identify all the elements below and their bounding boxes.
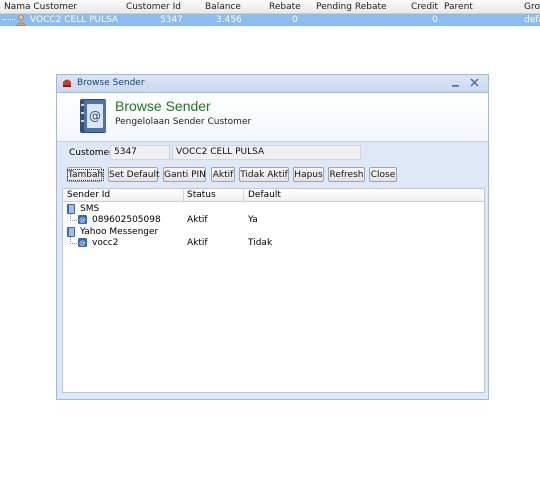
sender-grid: Sender Id Status Default SMS @ 089602505… [62,188,485,393]
set-default-button[interactable]: Set Default [108,167,160,182]
browse-sender-window: Browse Sender @ Browse Sender Pengelolaa… [56,74,489,400]
minimize-icon[interactable] [451,79,460,88]
row-credit: 0 [432,15,438,25]
col-rebate[interactable]: Rebate [269,2,301,12]
hapus-button[interactable]: Hapus [293,167,324,182]
customer-id-field[interactable]: 5347 [110,145,170,160]
customer-label: Customer [69,148,113,158]
sender-default: Tidak [248,238,273,248]
row-balance: 3.456 [216,15,242,25]
column-separator [183,189,184,201]
customer-row-selected[interactable]: VOCC2 CELL PULSA 5347 3.456 0 0 defa [0,14,540,26]
sender-status: Aktif [187,238,208,248]
col-customer-id[interactable]: Customer Id [126,2,181,12]
row-rebate: 0 [292,15,298,25]
col-credit[interactable]: Credit [411,2,438,12]
tidak-aktif-button[interactable]: Tidak Aktif [239,167,289,182]
sender-id: 089602505098 [92,215,161,225]
address-book-icon: @ [80,99,106,133]
svg-text:@: @ [79,239,86,247]
sender-grid-header: Sender Id Status Default [63,189,484,202]
user-icon [15,14,27,26]
col-nama-customer[interactable]: Nama Customer [4,2,77,12]
col-pending-rebate[interactable]: Pending Rebate [316,2,387,12]
group-label: Yahoo Messenger [80,227,159,237]
folder-book-icon [67,227,75,237]
close-icon[interactable] [470,78,479,87]
sender-row[interactable]: @ 089602505098 Aktif Ya [63,214,484,226]
banner-title: Browse Sender [115,98,211,114]
customer-name-field[interactable]: VOCC2 CELL PULSA [172,145,361,160]
col-sender-id[interactable]: Sender Id [67,190,110,200]
row-group: defa [524,15,540,25]
row-nama: VOCC2 CELL PULSA [30,15,119,25]
sender-icon: @ [78,215,87,224]
close-button[interactable]: Close [369,167,397,182]
folder-book-icon [67,204,75,214]
col-default[interactable]: Default [248,190,281,200]
banner: @ Browse Sender Pengelolaan Sender Custo… [57,93,488,142]
sender-id: vocc2 [92,238,119,248]
banner-subtitle: Pengelolaan Sender Customer [115,117,252,127]
customer-grid-header: Nama Customer Customer Id Balance Rebate… [0,0,540,14]
sender-row[interactable]: @ vocc2 Aktif Tidak [63,237,484,249]
group-label: SMS [80,204,100,214]
col-balance[interactable]: Balance [205,2,241,12]
ganti-pin-button[interactable]: Ganti PIN [163,167,206,182]
app-icon [63,79,71,87]
sender-icon: @ [78,238,87,247]
tambah-button[interactable]: Tambah [66,167,105,182]
sender-default: Ya [248,215,258,225]
col-status[interactable]: Status [187,190,216,200]
col-parent[interactable]: Parent [444,2,473,12]
refresh-button[interactable]: Refresh [328,167,365,182]
aktif-button[interactable]: Aktif [211,167,235,182]
svg-text:@: @ [89,109,101,123]
sender-status: Aktif [187,215,208,225]
tree-connector [3,19,15,20]
svg-text:@: @ [79,216,86,224]
column-separator [243,189,244,201]
col-group[interactable]: Grou [524,2,540,12]
window-titlebar[interactable]: Browse Sender [57,75,488,93]
window-title: Browse Sender [77,78,145,88]
row-customer-id: 5347 [160,15,183,25]
